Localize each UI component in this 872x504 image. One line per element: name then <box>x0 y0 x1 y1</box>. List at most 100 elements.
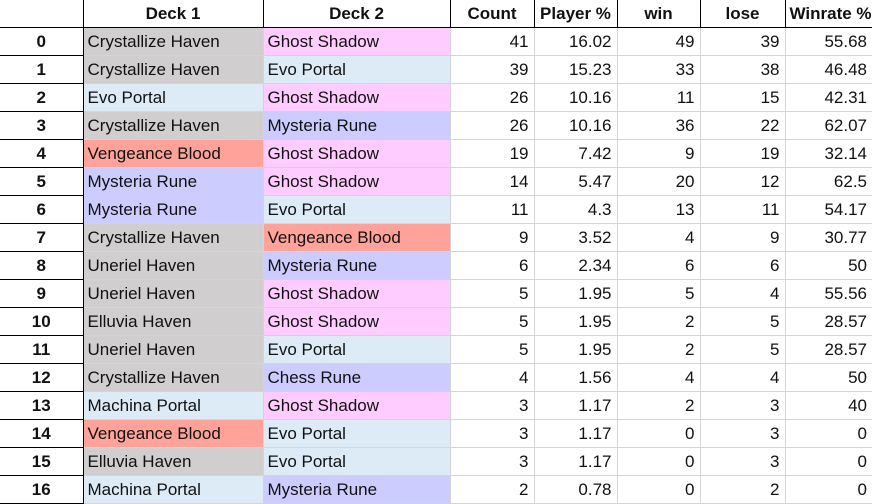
header-deck1[interactable]: Deck 1 <box>83 0 264 28</box>
count-cell[interactable]: 14 <box>450 167 535 196</box>
winrate-cell[interactable]: 0 <box>785 475 872 504</box>
row-index[interactable]: 0 <box>0 27 84 56</box>
player-pct-cell[interactable]: 1.95 <box>534 307 618 336</box>
deck1-cell[interactable]: Evo Portal <box>83 83 264 112</box>
win-cell[interactable]: 2 <box>617 335 701 364</box>
deck2-cell[interactable]: Evo Portal <box>263 55 451 84</box>
win-cell[interactable]: 6 <box>617 251 701 280</box>
player-pct-cell[interactable]: 1.95 <box>534 279 618 308</box>
win-cell[interactable]: 2 <box>617 391 701 420</box>
deck2-cell[interactable]: Mysteria Rune <box>263 251 451 280</box>
deck2-cell[interactable]: Ghost Shadow <box>263 167 451 196</box>
header-lose[interactable]: lose <box>700 0 786 28</box>
win-cell[interactable]: 49 <box>617 27 701 56</box>
row-index[interactable]: 8 <box>0 251 84 280</box>
row-index[interactable]: 16 <box>0 475 84 504</box>
lose-cell[interactable]: 4 <box>700 279 786 308</box>
player-pct-cell[interactable]: 1.17 <box>534 391 618 420</box>
lose-cell[interactable]: 12 <box>700 167 786 196</box>
row-index[interactable]: 12 <box>0 363 84 392</box>
win-cell[interactable]: 36 <box>617 111 701 140</box>
deck2-cell[interactable]: Evo Portal <box>263 419 451 448</box>
lose-cell[interactable]: 22 <box>700 111 786 140</box>
row-index[interactable]: 1 <box>0 55 84 84</box>
count-cell[interactable]: 6 <box>450 251 535 280</box>
row-index[interactable]: 9 <box>0 279 84 308</box>
deck1-cell[interactable]: Elluvia Haven <box>83 307 264 336</box>
lose-cell[interactable]: 11 <box>700 195 786 224</box>
count-cell[interactable]: 39 <box>450 55 535 84</box>
winrate-cell[interactable]: 28.57 <box>785 335 872 364</box>
win-cell[interactable]: 0 <box>617 419 701 448</box>
winrate-cell[interactable]: 40 <box>785 391 872 420</box>
deck1-cell[interactable]: Crystallize Haven <box>83 111 264 140</box>
winrate-cell[interactable]: 55.68 <box>785 27 872 56</box>
header-player-pct[interactable]: Player % <box>534 0 618 28</box>
win-cell[interactable]: 0 <box>617 447 701 476</box>
lose-cell[interactable]: 9 <box>700 223 786 252</box>
deck2-cell[interactable]: Ghost Shadow <box>263 307 451 336</box>
row-index[interactable]: 2 <box>0 83 84 112</box>
deck2-cell[interactable]: Evo Portal <box>263 335 451 364</box>
deck2-cell[interactable]: Mysteria Rune <box>263 111 451 140</box>
winrate-cell[interactable]: 32.14 <box>785 139 872 168</box>
count-cell[interactable]: 3 <box>450 419 535 448</box>
winrate-cell[interactable]: 0 <box>785 419 872 448</box>
player-pct-cell[interactable]: 1.17 <box>534 447 618 476</box>
deck2-cell[interactable]: Ghost Shadow <box>263 27 451 56</box>
lose-cell[interactable]: 3 <box>700 391 786 420</box>
count-cell[interactable]: 11 <box>450 195 535 224</box>
count-cell[interactable]: 41 <box>450 27 535 56</box>
count-cell[interactable]: 2 <box>450 475 535 504</box>
winrate-cell[interactable]: 50 <box>785 251 872 280</box>
header-index[interactable] <box>0 0 84 28</box>
lose-cell[interactable]: 38 <box>700 55 786 84</box>
deck1-cell[interactable]: Machina Portal <box>83 475 264 504</box>
lose-cell[interactable]: 5 <box>700 307 786 336</box>
win-cell[interactable]: 11 <box>617 83 701 112</box>
win-cell[interactable]: 13 <box>617 195 701 224</box>
count-cell[interactable]: 26 <box>450 111 535 140</box>
row-index[interactable]: 4 <box>0 139 84 168</box>
deck2-cell[interactable]: Evo Portal <box>263 195 451 224</box>
player-pct-cell[interactable]: 1.56 <box>534 363 618 392</box>
row-index[interactable]: 3 <box>0 111 84 140</box>
deck2-cell[interactable]: Vengeance Blood <box>263 223 451 252</box>
count-cell[interactable]: 4 <box>450 363 535 392</box>
deck2-cell[interactable]: Ghost Shadow <box>263 83 451 112</box>
player-pct-cell[interactable]: 2.34 <box>534 251 618 280</box>
win-cell[interactable]: 9 <box>617 139 701 168</box>
header-winrate[interactable]: Winrate % <box>785 0 872 28</box>
player-pct-cell[interactable]: 1.95 <box>534 335 618 364</box>
header-win[interactable]: win <box>617 0 701 28</box>
count-cell[interactable]: 9 <box>450 223 535 252</box>
win-cell[interactable]: 20 <box>617 167 701 196</box>
player-pct-cell[interactable]: 4.3 <box>534 195 618 224</box>
win-cell[interactable]: 5 <box>617 279 701 308</box>
deck1-cell[interactable]: Vengeance Blood <box>83 139 264 168</box>
deck1-cell[interactable]: Uneriel Haven <box>83 335 264 364</box>
deck1-cell[interactable]: Uneriel Haven <box>83 251 264 280</box>
deck2-cell[interactable]: Chess Rune <box>263 363 451 392</box>
count-cell[interactable]: 5 <box>450 279 535 308</box>
win-cell[interactable]: 4 <box>617 363 701 392</box>
player-pct-cell[interactable]: 3.52 <box>534 223 618 252</box>
deck1-cell[interactable]: Crystallize Haven <box>83 223 264 252</box>
winrate-cell[interactable]: 62.07 <box>785 111 872 140</box>
count-cell[interactable]: 5 <box>450 335 535 364</box>
deck1-cell[interactable]: Mysteria Rune <box>83 195 264 224</box>
count-cell[interactable]: 3 <box>450 447 535 476</box>
row-index[interactable]: 14 <box>0 419 84 448</box>
winrate-cell[interactable]: 28.57 <box>785 307 872 336</box>
deck2-cell[interactable]: Ghost Shadow <box>263 391 451 420</box>
winrate-cell[interactable]: 54.17 <box>785 195 872 224</box>
player-pct-cell[interactable]: 1.17 <box>534 419 618 448</box>
win-cell[interactable]: 2 <box>617 307 701 336</box>
winrate-cell[interactable]: 42.31 <box>785 83 872 112</box>
lose-cell[interactable]: 6 <box>700 251 786 280</box>
header-deck2[interactable]: Deck 2 <box>263 0 451 28</box>
row-index[interactable]: 10 <box>0 307 84 336</box>
player-pct-cell[interactable]: 15.23 <box>534 55 618 84</box>
row-index[interactable]: 7 <box>0 223 84 252</box>
header-count[interactable]: Count <box>450 0 535 28</box>
